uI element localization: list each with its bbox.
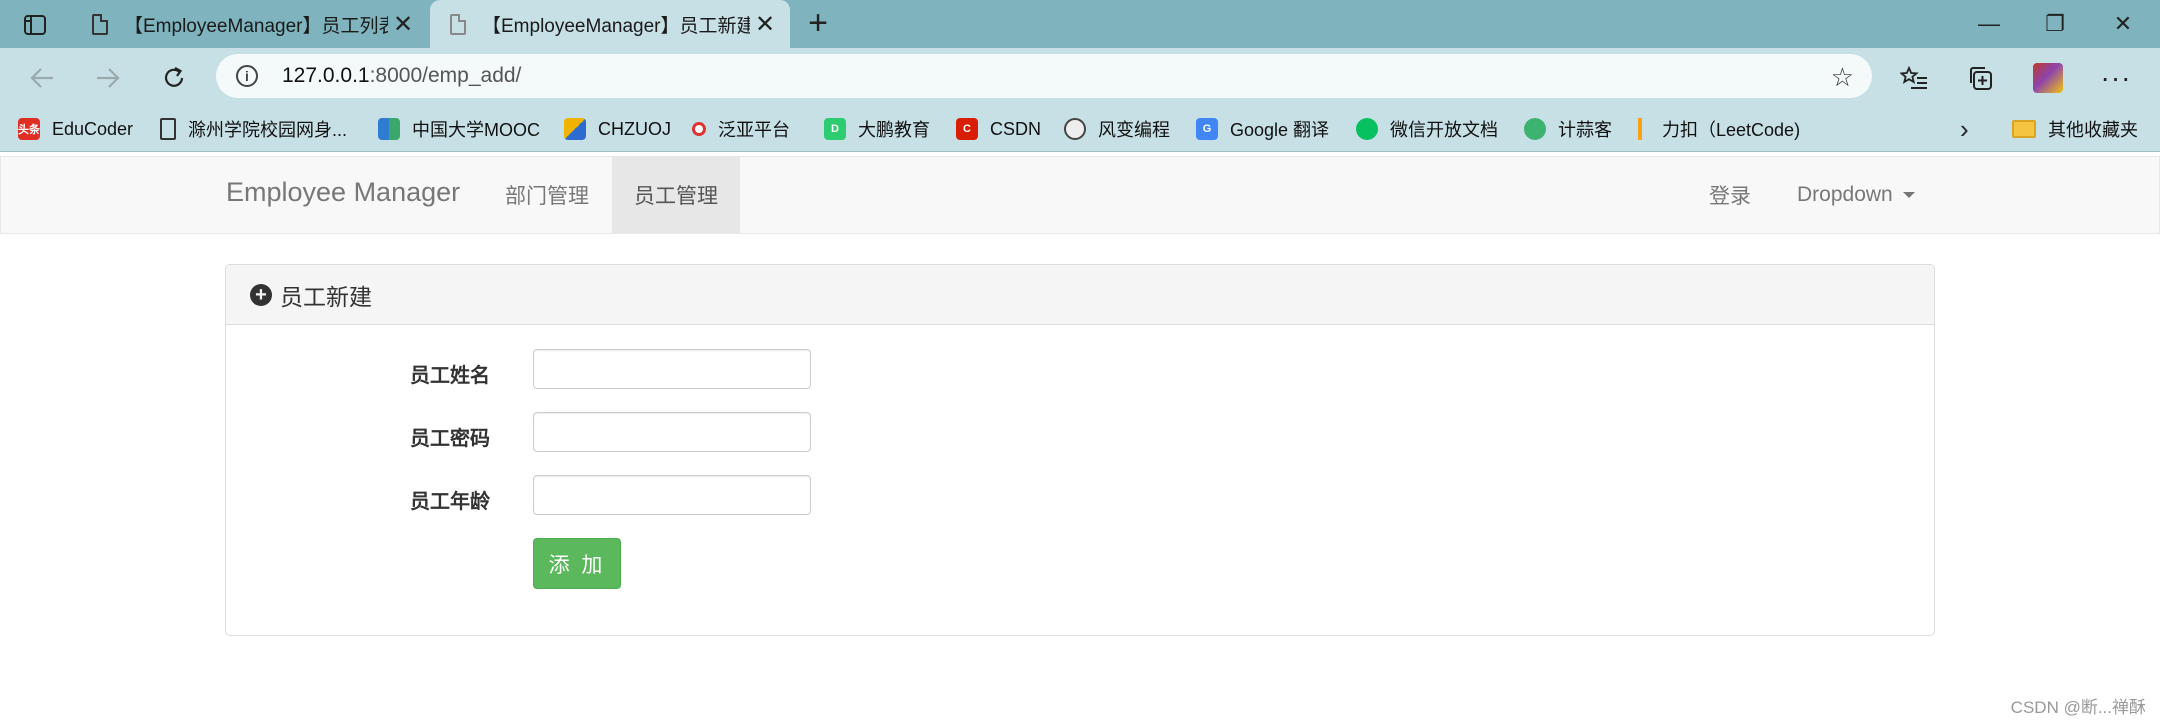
tab-actions-icon[interactable]: [16, 10, 54, 40]
back-button[interactable]: [22, 58, 62, 98]
collections-icon[interactable]: [1962, 60, 1998, 96]
reload-button[interactable]: [154, 58, 194, 98]
close-tab-icon[interactable]: ✕: [388, 10, 418, 39]
dapeng-icon: D: [824, 118, 846, 140]
tab-employee-list[interactable]: 【EmployeeManager】员工列表 ✕: [72, 0, 428, 48]
url-text[interactable]: 127.0.0.1:8000/emp_add/: [282, 64, 521, 88]
tab-employee-add[interactable]: 【EmployeeManager】员工新建 ✕: [430, 0, 790, 48]
close-tab-icon[interactable]: ✕: [750, 10, 780, 39]
app-navbar: Employee Manager 部门管理 员工管理 登录 Dropdown: [0, 156, 2160, 234]
other-bookmarks-folder[interactable]: 其他收藏夹: [2012, 106, 2138, 152]
jisuanke-icon: [1524, 118, 1546, 140]
page-content: Employee Manager 部门管理 员工管理 登录 Dropdown +…: [0, 152, 2160, 724]
bookmark-chuzhou[interactable]: 滁州学院校园网身...: [160, 106, 347, 152]
mooc-icon: [378, 118, 400, 140]
tab-title: 【EmployeeManager】员工新建: [482, 15, 750, 37]
bookmark-google-translate[interactable]: G Google 翻译: [1196, 106, 1329, 152]
tab-strip: 【EmployeeManager】员工列表 ✕ 【EmployeeManager…: [0, 0, 2160, 48]
forward-button[interactable]: [88, 58, 128, 98]
close-window-button[interactable]: ✕: [2090, 0, 2156, 48]
bookmark-mooc[interactable]: 中国大学MOOC: [378, 106, 540, 152]
plus-circle-icon: +: [250, 283, 272, 306]
panel-heading: + 员工新建: [226, 265, 1934, 325]
panda-icon: [1064, 118, 1086, 140]
form-row-name: 员工姓名: [226, 349, 1934, 389]
add-employee-panel: + 员工新建 员工姓名 员工密码 员工年龄 添 加: [225, 264, 1935, 636]
new-tab-button[interactable]: +: [800, 6, 836, 42]
nav-login[interactable]: 登录: [1687, 157, 1773, 233]
form-row-age: 员工年龄: [226, 475, 1934, 515]
google-translate-icon: G: [1196, 118, 1218, 140]
bookmark-jisuanke[interactable]: 计蒜客: [1524, 106, 1612, 152]
browser-toolbar: i 127.0.0.1:8000/emp_add/ ☆ ···: [0, 48, 2160, 106]
chevron-right-icon[interactable]: ›: [1960, 114, 1969, 145]
age-label: 员工年龄: [410, 491, 490, 513]
bookmarks-bar: 头条 EduCoder 滁州学院校园网身... 中国大学MOOC CHZUOJ 泛…: [0, 106, 2160, 152]
address-bar[interactable]: i 127.0.0.1:8000/emp_add/ ☆: [216, 54, 1872, 98]
add-favorite-icon[interactable]: ☆: [1831, 62, 1854, 93]
profile-avatar[interactable]: [2030, 60, 2066, 96]
tab-title: 【EmployeeManager】员工列表: [124, 15, 388, 37]
site-info-icon[interactable]: i: [236, 65, 258, 87]
bookmark-fanya[interactable]: 泛亚平台: [692, 106, 790, 152]
folder-icon: [2012, 120, 2036, 138]
age-input[interactable]: [533, 475, 811, 515]
nav-dropdown[interactable]: Dropdown: [1775, 157, 1937, 233]
toutiao-icon: 头条: [18, 118, 40, 140]
leetcode-icon: [1638, 118, 1650, 140]
minimize-button[interactable]: —: [1956, 0, 2022, 48]
password-input[interactable]: [533, 412, 811, 452]
maximize-button[interactable]: ❐: [2022, 0, 2088, 48]
nav-employee[interactable]: 员工管理: [612, 157, 740, 233]
nav-department[interactable]: 部门管理: [483, 157, 611, 233]
fanya-icon: [692, 122, 706, 136]
bookmark-fengbian[interactable]: 风变编程: [1064, 106, 1170, 152]
password-label: 员工密码: [410, 428, 490, 450]
panel-title: 员工新建: [280, 283, 372, 310]
bookmark-educoder[interactable]: 头条 EduCoder: [18, 106, 133, 152]
page-icon: [92, 13, 108, 35]
bookmark-csdn[interactable]: C CSDN: [956, 106, 1041, 152]
add-button[interactable]: 添 加: [533, 538, 621, 589]
csdn-icon: C: [956, 118, 978, 140]
document-icon: [160, 118, 176, 140]
watermark: CSDN @断...禅酥: [2010, 698, 2146, 717]
wechat-icon: [1356, 118, 1378, 140]
bookmark-dapeng[interactable]: D 大鹏教育: [824, 106, 930, 152]
bookmark-leetcode[interactable]: 力扣（LeetCode): [1638, 106, 1800, 152]
name-label: 员工姓名: [410, 365, 490, 387]
favorites-icon[interactable]: [1896, 60, 1932, 96]
bookmark-chzuoj[interactable]: CHZUOJ: [564, 106, 671, 152]
caret-down-icon: [1902, 192, 1915, 198]
brand-link[interactable]: Employee Manager: [226, 177, 460, 208]
bookmark-wechat-docs[interactable]: 微信开放文档: [1356, 106, 1498, 152]
name-input[interactable]: [533, 349, 811, 389]
form-row-password: 员工密码: [226, 412, 1934, 452]
chzuoj-icon: [564, 118, 586, 140]
page-icon: [450, 13, 466, 35]
more-menu-icon[interactable]: ···: [2098, 60, 2134, 96]
